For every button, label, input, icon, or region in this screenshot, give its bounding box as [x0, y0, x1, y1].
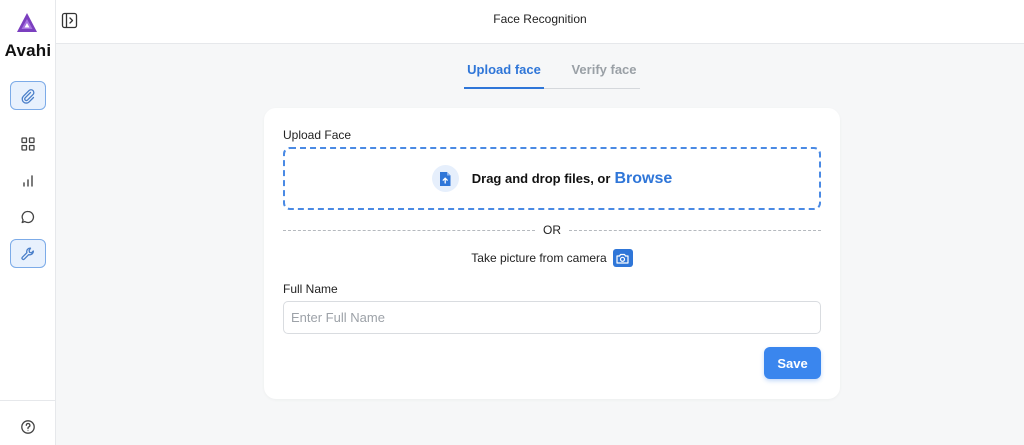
top-header: Face Recognition	[56, 0, 1024, 44]
camera-row: Take picture from camera	[264, 249, 840, 267]
grid-icon	[21, 136, 35, 151]
help-button[interactable]	[10, 412, 46, 441]
or-text: OR	[543, 223, 561, 237]
bar-chart-icon	[23, 174, 33, 187]
paperclip-icon	[21, 88, 35, 104]
file-dropzone[interactable]: Drag and drop files, or Browse	[283, 147, 821, 210]
tab-verify-face[interactable]: Verify face	[568, 62, 640, 89]
upload-face-card: Upload Face Drag and drop files, or Brow…	[264, 108, 840, 399]
save-button[interactable]: Save	[764, 347, 821, 379]
camera-icon	[616, 253, 629, 264]
camera-text: Take picture from camera	[471, 251, 607, 265]
dropzone-text: Drag and drop files, or	[471, 171, 611, 186]
app-logo-text: Avahi	[4, 41, 52, 60]
camera-button[interactable]	[612, 249, 633, 267]
page-title: Face Recognition	[493, 12, 587, 26]
help-circle-icon	[21, 419, 35, 434]
wrench-icon	[21, 247, 34, 260]
chat-bubble-icon	[21, 210, 35, 223]
browse-link[interactable]: Browse	[614, 170, 672, 188]
sidebar: Avahi	[0, 0, 56, 445]
sidebar-item-analytics[interactable]	[10, 166, 46, 195]
tab-upload-face[interactable]: Upload face	[464, 62, 544, 89]
tab-bar: Upload face Verify face	[464, 62, 640, 89]
sidebar-divider	[0, 400, 56, 401]
sidebar-item-dashboard[interactable]	[10, 129, 46, 158]
or-divider: OR	[283, 223, 821, 237]
full-name-input[interactable]	[283, 301, 821, 334]
upload-face-label: Upload Face	[283, 128, 352, 142]
sidebar-item-tools[interactable]	[10, 239, 46, 268]
avahi-logo-icon	[17, 13, 37, 32]
sidebar-item-chat[interactable]	[10, 202, 46, 231]
or-line-left	[283, 229, 535, 231]
or-line-right	[569, 229, 821, 231]
sidebar-item-attachments[interactable]	[10, 81, 46, 110]
full-name-label: Full Name	[283, 282, 338, 296]
file-upload-icon	[431, 165, 459, 192]
